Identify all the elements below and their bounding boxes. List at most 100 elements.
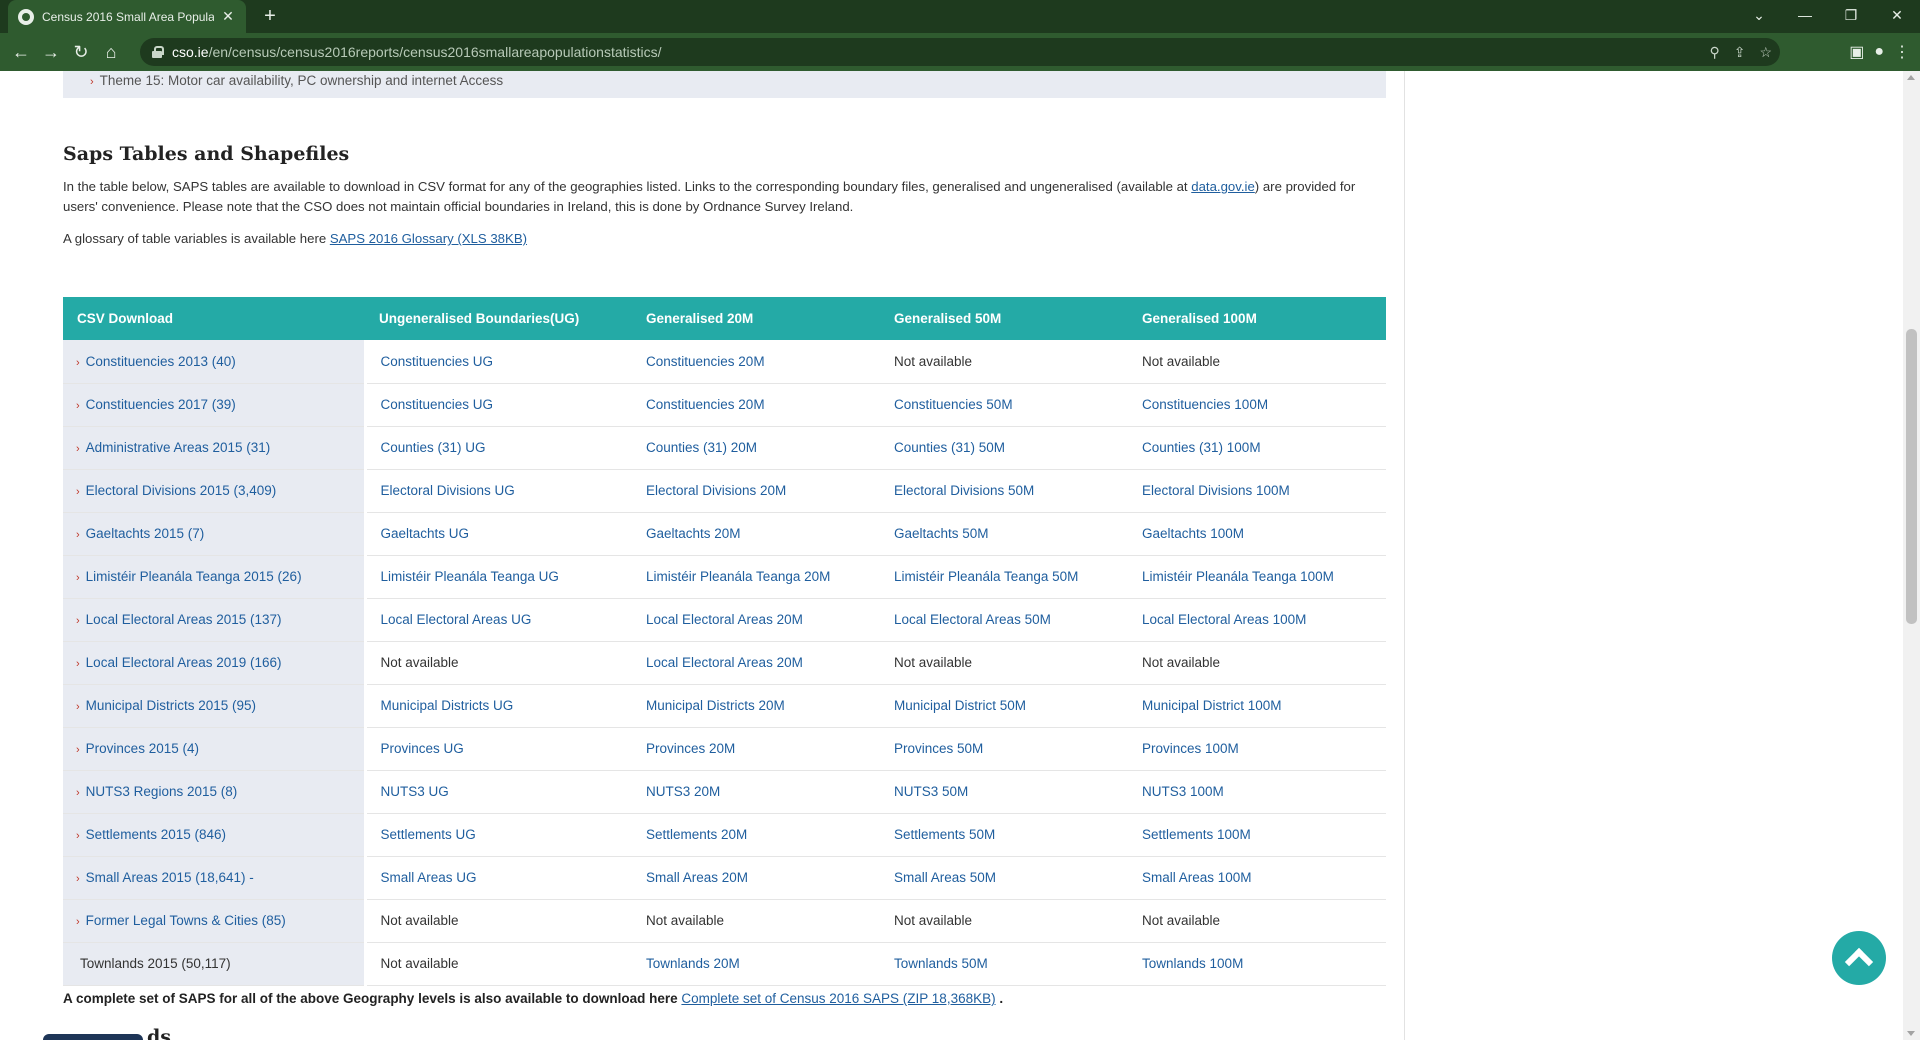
page-scrollbar[interactable] <box>1903 71 1920 1040</box>
csv-download-link[interactable]: Constituencies 2013 (40) <box>86 354 236 369</box>
scroll-down-icon[interactable] <box>1907 1031 1915 1036</box>
ug-boundary-link[interactable]: Electoral Divisions UG <box>381 483 515 498</box>
g100-boundary-link[interactable]: Limistéir Pleanála Teanga 100M <box>1142 569 1334 584</box>
glossary-link[interactable]: SAPS 2016 Glossary (XLS 38KB) <box>330 231 527 246</box>
scroll-up-icon[interactable] <box>1907 75 1915 80</box>
g100-boundary-link[interactable]: Settlements 100M <box>1142 827 1251 842</box>
g20-boundary-link[interactable]: Gaeltachts 20M <box>646 526 741 541</box>
g100-boundary-link[interactable]: Provinces 100M <box>1142 741 1239 756</box>
g20-boundary-link[interactable]: Local Electoral Areas 20M <box>646 612 803 627</box>
g50-boundary-link[interactable]: Local Electoral Areas 50M <box>894 612 1051 627</box>
table-cell: Settlements UG <box>365 813 632 857</box>
intro-paragraph: In the table below, SAPS tables are avai… <box>63 179 1356 214</box>
reload-icon[interactable]: ↻ <box>66 37 96 67</box>
csv-download-link[interactable]: Former Legal Towns & Cities (85) <box>86 913 286 928</box>
ug-boundary-link[interactable]: Settlements UG <box>381 827 476 842</box>
csv-download-link[interactable]: Electoral Divisions 2015 (3,409) <box>86 483 277 498</box>
g100-boundary-link[interactable]: Townlands 100M <box>1142 956 1243 971</box>
ug-boundary-link[interactable]: Limistéir Pleanála Teanga UG <box>381 569 559 584</box>
g100-boundary-link[interactable]: Local Electoral Areas 100M <box>1142 612 1306 627</box>
close-window-icon[interactable]: ✕ <box>1874 0 1920 30</box>
csv-download-link[interactable]: NUTS3 Regions 2015 (8) <box>86 784 238 799</box>
zoom-icon[interactable]: ⚲ <box>1709 44 1719 61</box>
g50-boundary-link[interactable]: Townlands 50M <box>894 956 988 971</box>
g20-boundary-link[interactable]: Constituencies 20M <box>646 354 765 369</box>
ug-boundary-link[interactable]: Municipal Districts UG <box>381 698 514 713</box>
g100-boundary-link[interactable]: Small Areas 100M <box>1142 870 1252 885</box>
g50-boundary-link[interactable]: Settlements 50M <box>894 827 995 842</box>
g20-boundary-link[interactable]: Local Electoral Areas 20M <box>646 655 803 670</box>
csv-download-link[interactable]: Small Areas 2015 (18,641) - <box>86 870 254 885</box>
tab-search-icon[interactable]: ⌄ <box>1736 0 1782 30</box>
csv-download-link[interactable]: Local Electoral Areas 2019 (166) <box>86 655 282 670</box>
ug-boundary-link[interactable]: Local Electoral Areas UG <box>381 612 532 627</box>
browser-tab[interactable]: Census 2016 Small Area Populati ✕ <box>8 0 246 33</box>
complete-set-link[interactable]: Complete set of Census 2016 SAPS (ZIP 18… <box>681 991 995 1006</box>
g100-boundary-link[interactable]: Constituencies 100M <box>1142 397 1268 412</box>
table-cell: Small Areas 20M <box>632 856 880 900</box>
cut-off-button[interactable] <box>43 1034 143 1040</box>
ug-boundary-link[interactable]: Constituencies UG <box>381 354 494 369</box>
back-to-top-button[interactable] <box>1832 931 1886 985</box>
table-cell: Constituencies 100M <box>1128 383 1386 427</box>
csv-download-link[interactable]: Provinces 2015 (4) <box>86 741 199 756</box>
chevron-right-icon: › <box>76 873 80 885</box>
g50-boundary-link[interactable]: Electoral Divisions 50M <box>894 483 1034 498</box>
g100-boundary-link[interactable]: Municipal District 100M <box>1142 698 1282 713</box>
share-icon[interactable]: ⇪ <box>1734 44 1746 61</box>
g20-boundary-link[interactable]: Provinces 20M <box>646 741 735 756</box>
restore-icon[interactable]: ❐ <box>1828 0 1874 30</box>
table-cell: Townlands 100M <box>1128 942 1386 986</box>
g20-boundary-link[interactable]: Small Areas 20M <box>646 870 748 885</box>
g20-boundary-link[interactable]: Townlands 20M <box>646 956 740 971</box>
csv-download-link[interactable]: Administrative Areas 2015 (31) <box>86 440 271 455</box>
csv-download-link[interactable]: Gaeltachts 2015 (7) <box>86 526 205 541</box>
home-icon[interactable]: ⌂ <box>96 37 126 67</box>
g100-boundary-link[interactable]: Gaeltachts 100M <box>1142 526 1244 541</box>
csv-download-link[interactable]: Limistéir Pleanála Teanga 2015 (26) <box>86 569 302 584</box>
g50-boundary-link[interactable]: Gaeltachts 50M <box>894 526 989 541</box>
ug-boundary-link[interactable]: Provinces UG <box>381 741 464 756</box>
g50-boundary-link[interactable]: NUTS3 50M <box>894 784 968 799</box>
back-icon[interactable]: ← <box>6 37 36 67</box>
profile-icon[interactable]: ● <box>1874 43 1884 61</box>
menu-icon[interactable]: ⋮ <box>1894 42 1910 62</box>
g20-boundary-link[interactable]: Settlements 20M <box>646 827 747 842</box>
data-gov-link[interactable]: data.gov.ie <box>1191 179 1255 194</box>
ug-boundary-link[interactable]: Gaeltachts UG <box>381 526 470 541</box>
new-tab-button[interactable]: + <box>258 4 282 28</box>
sidebar-icon[interactable]: ▣ <box>1849 42 1864 62</box>
csv-download-link[interactable]: Constituencies 2017 (39) <box>86 397 236 412</box>
g50-boundary-link[interactable]: Municipal District 50M <box>894 698 1026 713</box>
ug-boundary-link[interactable]: NUTS3 UG <box>381 784 449 799</box>
forward-icon[interactable]: → <box>36 37 66 67</box>
csv-download-link[interactable]: Local Electoral Areas 2015 (137) <box>86 612 282 627</box>
ug-boundary-link[interactable]: Constituencies UG <box>381 397 494 412</box>
g100-boundary-link[interactable]: Electoral Divisions 100M <box>1142 483 1290 498</box>
star-icon[interactable]: ☆ <box>1759 44 1772 61</box>
csv-download-link[interactable]: Municipal Districts 2015 (95) <box>86 698 256 713</box>
table-cell: NUTS3 20M <box>632 770 880 814</box>
g20-boundary-link[interactable]: Electoral Divisions 20M <box>646 483 786 498</box>
close-tab-icon[interactable]: ✕ <box>220 8 236 25</box>
g20-boundary-link[interactable]: NUTS3 20M <box>646 784 720 799</box>
csv-download-link[interactable]: Settlements 2015 (846) <box>86 827 226 842</box>
g100-boundary-link[interactable]: Counties (31) 100M <box>1142 440 1261 455</box>
minimize-icon[interactable]: — <box>1782 0 1828 30</box>
lock-icon[interactable] <box>152 46 164 58</box>
g50-boundary-link[interactable]: Limistéir Pleanála Teanga 50M <box>894 569 1078 584</box>
scrollbar-thumb[interactable] <box>1906 329 1917 624</box>
g100-boundary-link[interactable]: NUTS3 100M <box>1142 784 1224 799</box>
g50-boundary-link[interactable]: Small Areas 50M <box>894 870 996 885</box>
ug-boundary-link[interactable]: Small Areas UG <box>381 870 477 885</box>
g20-boundary-link[interactable]: Municipal Districts 20M <box>646 698 785 713</box>
g20-boundary-link[interactable]: Limistéir Pleanála Teanga 20M <box>646 569 830 584</box>
g50-boundary-link[interactable]: Counties (31) 50M <box>894 440 1005 455</box>
g20-boundary-link[interactable]: Counties (31) 20M <box>646 440 757 455</box>
g50-boundary-link[interactable]: Constituencies 50M <box>894 397 1013 412</box>
g50-boundary-link[interactable]: Provinces 50M <box>894 741 983 756</box>
theme-item-15[interactable]: › Theme 15: Motor car availability, PC ow… <box>90 73 503 88</box>
ug-boundary-link[interactable]: Counties (31) UG <box>381 440 486 455</box>
address-bar[interactable]: cso.ie/en/census/census2016reports/censu… <box>140 38 1780 66</box>
g20-boundary-link[interactable]: Constituencies 20M <box>646 397 765 412</box>
